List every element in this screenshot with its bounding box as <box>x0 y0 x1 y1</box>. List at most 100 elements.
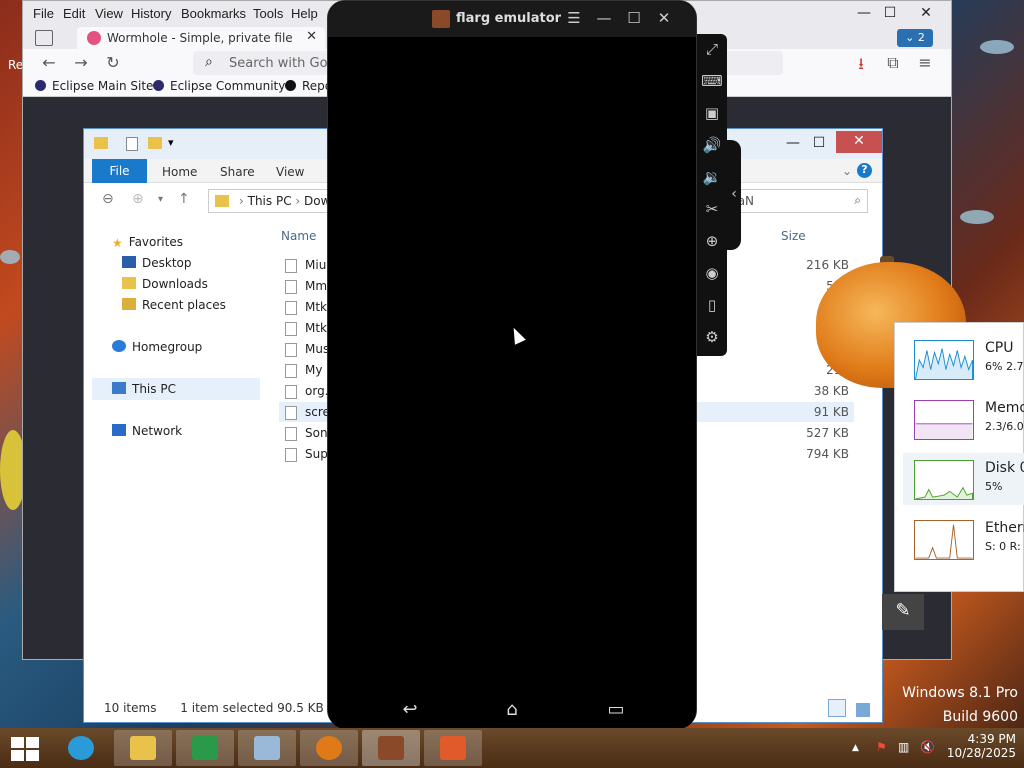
path-sep-icon: › <box>295 194 305 208</box>
menu-history[interactable]: History <box>131 6 171 21</box>
taskbar-explorer[interactable] <box>114 730 172 766</box>
back-icon[interactable]: ← <box>37 53 61 72</box>
emulator-menu-icon[interactable]: ☰ <box>564 9 584 27</box>
forward-icon[interactable]: → <box>69 53 93 72</box>
reload-icon[interactable]: ↻ <box>101 53 125 72</box>
column-size[interactable]: Size <box>781 229 806 243</box>
android-back-icon[interactable]: ↩ <box>390 699 430 720</box>
emulator-maximize-button[interactable]: ☐ <box>624 9 644 27</box>
clock[interactable]: 4:39 PM 10/28/2025 <box>947 732 1016 760</box>
details-view-icon[interactable] <box>828 699 847 717</box>
location-icon[interactable]: ◉ <box>701 264 723 286</box>
apk-install-icon[interactable]: ▣ <box>701 104 723 126</box>
nav-network[interactable]: Network <box>112 424 182 438</box>
screenshot-icon[interactable]: ✂ <box>701 200 723 222</box>
bookmark-repo[interactable]: Repo <box>285 79 332 93</box>
taskbar-pumpkin[interactable] <box>300 730 358 766</box>
status-selection: 1 item selected 90.5 KB <box>180 701 324 715</box>
view-toggle <box>828 699 870 720</box>
tm-row-disk[interactable]: Disk 0 5% <box>903 453 1024 505</box>
ribbon-tab-share[interactable]: Share <box>220 165 255 179</box>
volume-down-icon[interactable]: 🔉 <box>701 168 723 190</box>
help-icon[interactable]: ? <box>857 163 872 178</box>
file-icon <box>285 385 297 399</box>
ribbon-tab-file[interactable]: File <box>92 159 147 183</box>
network-icon[interactable]: ▥ <box>898 740 909 754</box>
tab-list-icon[interactable] <box>35 30 53 46</box>
nav-favorites[interactable]: ★ Favorites <box>112 235 183 250</box>
menu-edit[interactable]: Edit <box>63 6 85 21</box>
nav-desktop[interactable]: Desktop <box>122 256 192 270</box>
nav-thispc[interactable]: This PC <box>92 378 260 400</box>
desktop-fish <box>960 210 994 224</box>
nav-recent[interactable]: Recent places <box>122 298 226 312</box>
emulator-screen[interactable] <box>328 37 696 691</box>
menu-tools[interactable]: Tools <box>253 6 283 21</box>
menu-file[interactable]: File <box>33 6 54 21</box>
status-bar: 10 items 1 item selected 90.5 KB <box>104 701 324 715</box>
explorer-close-button[interactable]: ✕ <box>836 131 882 153</box>
properties-icon[interactable] <box>126 137 138 151</box>
nav-homegroup[interactable]: Homegroup <box>112 340 202 354</box>
up-icon[interactable]: ↑ <box>178 191 190 207</box>
fullscreen-icon[interactable]: ⤢ <box>701 40 723 62</box>
volume-muted-icon[interactable]: 🔇 <box>920 740 935 754</box>
bookmark-eclipse-community[interactable]: Eclipse Community <box>153 79 285 93</box>
tab-close-icon[interactable]: ✕ <box>306 29 317 44</box>
quick-access-folder-icon[interactable] <box>94 137 108 149</box>
add-icon[interactable]: ⊕ <box>701 232 723 254</box>
shake-icon[interactable]: ▯ <box>701 296 723 318</box>
large-icons-view-icon[interactable] <box>856 703 870 717</box>
path-segment-thispc[interactable]: This PC <box>248 194 292 208</box>
ribbon-expand-icon[interactable]: ⌄ <box>842 164 852 178</box>
search-icon: ⌕ <box>854 193 861 207</box>
tab-wormhole[interactable]: Wormhole - Simple, private file ✕ <box>77 27 325 49</box>
extensions-icon[interactable]: ⧉ <box>881 53 905 73</box>
ribbon-tab-home[interactable]: Home <box>162 165 197 179</box>
desktop-fish <box>0 250 20 264</box>
settings-icon[interactable]: ⚙ <box>701 328 723 350</box>
windows-logo-icon <box>26 750 39 761</box>
emulator-close-button[interactable]: ✕ <box>654 9 674 27</box>
emulator-minimize-button[interactable]: — <box>594 9 614 27</box>
back-icon[interactable]: ⊖ <box>102 191 114 207</box>
download-icon[interactable]: ⭳ <box>849 53 873 80</box>
volume-up-icon[interactable]: 🔊 <box>701 136 723 158</box>
eclipse-icon <box>35 80 46 91</box>
forward-icon[interactable]: ⊕ <box>132 191 144 207</box>
keyboard-icon[interactable]: ⌨ <box>701 72 723 94</box>
tm-row-ethernet[interactable]: Ethern S: 0 R: 0 <box>903 513 1024 565</box>
maximize-button[interactable]: ☐ <box>875 5 905 21</box>
explorer-maximize-button[interactable]: ☐ <box>804 135 834 151</box>
nav-downloads[interactable]: Downloads <box>122 277 208 291</box>
tm-row-cpu[interactable]: CPU 6% 2.70 <box>903 333 1024 385</box>
edit-icon[interactable]: ✎ <box>882 594 924 630</box>
recent-dropdown-icon[interactable]: ▾ <box>158 194 163 205</box>
status-item-count: 10 items <box>104 701 157 715</box>
desktop-label: Re <box>8 58 24 72</box>
taskbar-flarg[interactable] <box>362 730 420 766</box>
column-name[interactable]: Name <box>281 229 316 243</box>
qat-dropdown-icon[interactable]: ▾ <box>168 136 174 149</box>
toolbar-collapse-icon[interactable]: ‹ <box>727 140 741 250</box>
app-menu-icon[interactable]: ≡ <box>913 53 937 72</box>
taskbar-ie[interactable] <box>52 730 110 766</box>
android-recents-icon[interactable]: ▭ <box>596 699 636 720</box>
action-center-flag-icon[interactable]: ⚑ <box>876 740 887 754</box>
close-button[interactable]: ✕ <box>911 5 941 21</box>
taskbar-firefox[interactable] <box>424 730 482 766</box>
taskbar-task-manager[interactable] <box>238 730 296 766</box>
tray-overflow-icon[interactable]: ▲ <box>852 743 859 753</box>
tab-overflow-button[interactable]: ⌄ 2 <box>897 29 933 47</box>
ribbon-tab-view[interactable]: View <box>276 165 304 179</box>
start-button[interactable] <box>11 737 39 761</box>
emulator-side-toolbar: ⤢ ⌨ ▣ 🔊 🔉 ✂ ⊕ ◉ ▯ ⚙ <box>697 34 727 356</box>
taskbar-store[interactable] <box>176 730 234 766</box>
tm-row-memory[interactable]: Memo 2.3/6.0 <box>903 393 1024 445</box>
menu-bookmarks[interactable]: Bookmarks <box>181 6 246 21</box>
menu-help[interactable]: Help <box>291 6 318 21</box>
menu-view[interactable]: View <box>95 6 123 21</box>
bookmark-eclipse-main[interactable]: Eclipse Main Site <box>35 79 153 93</box>
new-folder-icon[interactable] <box>148 137 162 149</box>
android-home-icon[interactable]: ⌂ <box>492 699 532 720</box>
